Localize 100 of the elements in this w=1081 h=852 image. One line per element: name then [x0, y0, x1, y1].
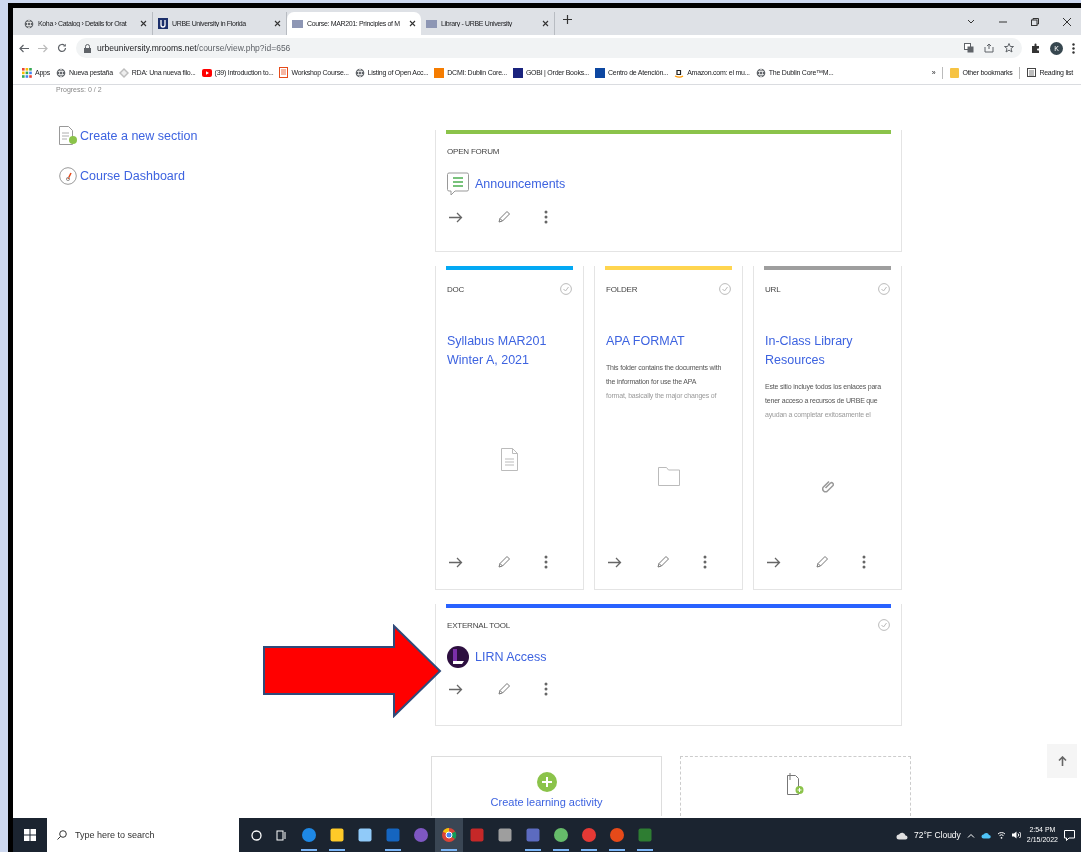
taskbar-search-field[interactable]: Type here to search: [47, 818, 239, 852]
app-icon: [301, 827, 317, 843]
search-icon: [57, 830, 67, 840]
activity-type: EXTERNAL TOOL: [447, 620, 511, 630]
arrow-right-icon[interactable]: [449, 556, 463, 568]
close-icon[interactable]: [542, 20, 549, 27]
app-icon: [497, 827, 513, 843]
sidebar-link[interactable]: Course Dashboard: [80, 169, 185, 183]
bookmark-favicon-icon: [674, 67, 685, 78]
app-icon: [385, 827, 401, 843]
activity-link[interactable]: APA FORMAT: [606, 332, 731, 351]
app-icon: [525, 827, 541, 843]
globe-icon: [354, 67, 365, 78]
folder-icon: [950, 67, 960, 78]
circle-icon[interactable]: [251, 829, 262, 841]
activity-link[interactable]: Announcements: [475, 174, 566, 194]
lock-icon: [84, 43, 91, 53]
folder-icon: [657, 466, 680, 486]
app-icon: [553, 827, 569, 843]
wifi-icon[interactable]: [996, 831, 1006, 839]
app-icon: [637, 827, 653, 843]
weather-text[interactable]: 72°F Cloudy: [913, 830, 961, 840]
share-icon[interactable]: [984, 43, 994, 53]
url-text: urbeuniversity.mrooms.net/course/view.php?id=656: [97, 43, 291, 53]
bookmark-favicon-icon: [434, 67, 445, 78]
more-vertical-icon[interactable]: [544, 682, 548, 696]
globe-icon: [55, 67, 66, 78]
scroll-to-top-button[interactable]: [1047, 744, 1077, 778]
bookmark-favicon-icon: [118, 67, 129, 78]
arrow-right-icon[interactable]: [608, 556, 622, 568]
activity-type: DOC: [447, 284, 465, 294]
more-vertical-icon[interactable]: [544, 555, 548, 569]
app-icon: [581, 827, 597, 843]
speaker-icon[interactable]: [1011, 831, 1021, 839]
back-arrow-icon[interactable]: [19, 43, 29, 53]
arrow-right-icon[interactable]: [449, 683, 463, 695]
chevron-down-icon[interactable]: [967, 18, 975, 25]
file-add-icon: [787, 772, 804, 796]
activity-link[interactable]: LIRN Access: [475, 647, 547, 667]
address-bar[interactable]: urbeuniversity.mrooms.net/course/view.php?id=656: [76, 38, 1022, 58]
task-view-icon[interactable]: [276, 829, 287, 841]
taskbar-app-button[interactable]: [435, 818, 463, 852]
chevron-up-icon[interactable]: [966, 832, 975, 838]
bookmark-favicon-icon: [201, 68, 212, 77]
app-icon: [609, 827, 625, 843]
bookmark-favicon-icon: [279, 67, 289, 78]
activity-link[interactable]: Syllabus MAR201 Winter A, 2021: [447, 332, 572, 370]
activity-type: URL: [765, 284, 781, 294]
close-icon[interactable]: [409, 20, 416, 27]
pencil-icon[interactable]: [815, 555, 828, 569]
create-activity-label: Create learning activity: [490, 796, 603, 808]
notification-icon[interactable]: [1064, 829, 1075, 841]
more-vertical-icon[interactable]: [703, 555, 707, 569]
plus-circle-icon: [536, 772, 557, 792]
document-icon: [501, 448, 518, 471]
app-icon: [357, 827, 373, 843]
app-icon: [413, 827, 429, 843]
pencil-icon[interactable]: [497, 555, 510, 569]
app-icon: [469, 827, 485, 843]
translate-icon[interactable]: [964, 43, 974, 53]
minimize-icon[interactable]: [999, 20, 1007, 23]
globe-icon: [755, 67, 766, 78]
restore-icon[interactable]: [1031, 17, 1039, 26]
apps-grid-icon: [22, 67, 32, 78]
tab-favicon-icon: [24, 18, 34, 29]
arrow-up-icon: [1057, 756, 1067, 766]
arrow-right-icon[interactable]: [449, 211, 463, 223]
forum-icon: [447, 172, 469, 196]
close-icon[interactable]: [274, 20, 281, 27]
pencil-icon[interactable]: [497, 682, 510, 696]
pencil-icon[interactable]: [497, 210, 510, 224]
bookmark-favicon-icon: [512, 67, 523, 78]
new-section-icon: [59, 126, 77, 146]
cloud-icon: [895, 830, 908, 840]
cloud-icon[interactable]: [980, 831, 991, 839]
tab-favicon-icon: [158, 18, 168, 29]
arrow-right-icon[interactable]: [767, 556, 781, 568]
app-icon: [329, 827, 345, 843]
activity-link[interactable]: In-Class Library Resources: [765, 332, 890, 370]
create-activity-card[interactable]: Create learning activity: [431, 756, 662, 816]
puzzle-icon[interactable]: [1031, 43, 1041, 53]
windows-logo-icon[interactable]: [24, 829, 36, 841]
bookmark-favicon-icon: [595, 67, 605, 78]
gauge-icon: [59, 167, 77, 185]
more-vertical-icon[interactable]: [1072, 42, 1075, 54]
close-icon[interactable]: [140, 20, 147, 27]
more-vertical-icon[interactable]: [862, 555, 866, 569]
sidebar-link[interactable]: Create a new section: [80, 129, 198, 143]
close-icon[interactable]: [1063, 17, 1071, 26]
pencil-icon[interactable]: [656, 555, 669, 569]
activity-type: FOLDER: [606, 284, 638, 294]
list-icon: [1027, 68, 1037, 77]
star-icon[interactable]: [1004, 43, 1014, 53]
new-tab-icon[interactable]: [563, 14, 572, 24]
activity-type: OPEN FORUM: [447, 146, 500, 156]
circle-logo-icon: [447, 646, 469, 668]
paperclip-icon: [821, 478, 834, 493]
more-vertical-icon[interactable]: [544, 210, 548, 224]
reload-icon[interactable]: [57, 43, 67, 53]
tab-favicon-icon: [292, 19, 303, 28]
